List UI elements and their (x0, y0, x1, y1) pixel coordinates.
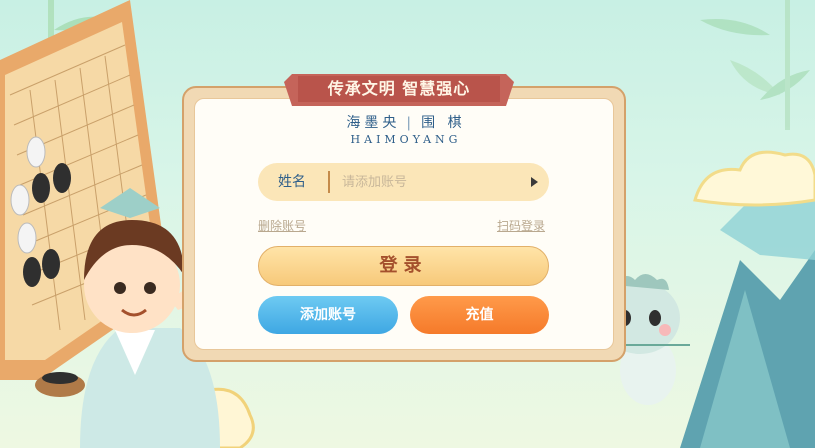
field-divider (328, 171, 330, 193)
slogan-text: 传承文明 智慧强心 (327, 79, 471, 98)
brand-divider: | (406, 115, 416, 131)
brand-name-cn: 海墨央 (346, 115, 401, 131)
delete-account-link[interactable]: 删除账号 (258, 217, 306, 234)
recharge-button[interactable]: 充值 (410, 296, 549, 334)
mountain-illustration (680, 180, 815, 448)
account-select-field[interactable]: 姓名 (258, 163, 549, 201)
add-account-button[interactable]: 添加账号 (258, 296, 398, 334)
brand-sub-cn: 围 棋 (421, 115, 466, 131)
login-button[interactable]: 登录 (258, 246, 549, 286)
scan-login-link[interactable]: 扫码登录 (497, 217, 545, 234)
account-input[interactable] (342, 163, 512, 201)
name-label: 姓名 (278, 174, 306, 190)
brand-logo: 海墨央 | 围 棋 HAIMOYANG (300, 114, 512, 148)
brand-name-en: HAIMOYANG (350, 133, 462, 146)
dropdown-arrow-icon[interactable] (531, 177, 538, 187)
